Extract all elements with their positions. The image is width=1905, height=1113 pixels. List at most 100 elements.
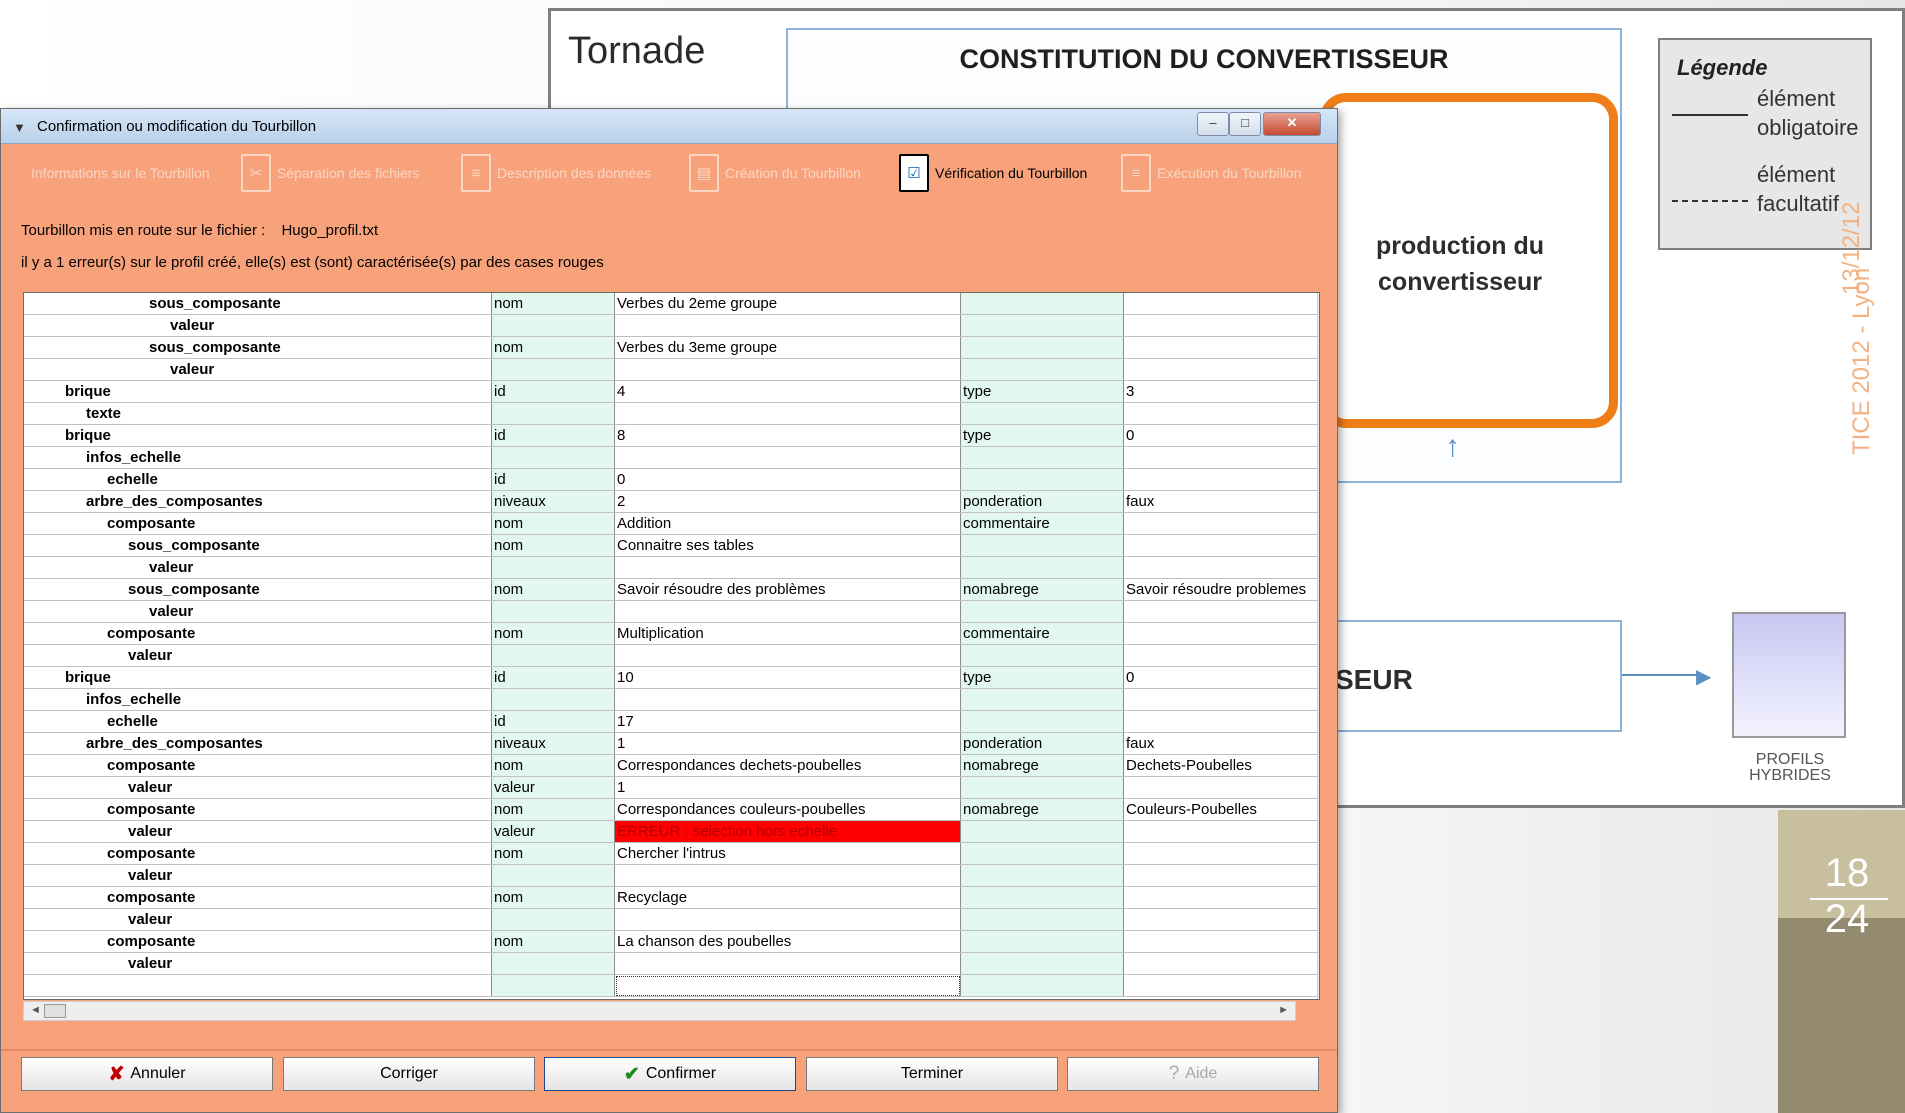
row-node-cell[interactable]: valeur	[24, 556, 492, 579]
table-cell[interactable]: nom	[491, 336, 615, 359]
table-cell[interactable]	[1123, 512, 1319, 535]
table-cell[interactable]	[1123, 974, 1319, 997]
table-cell[interactable]	[614, 358, 961, 381]
row-node-cell[interactable]: texte	[24, 402, 492, 425]
row-node-cell[interactable]: sous_composante	[24, 578, 492, 601]
table-cell[interactable]: id	[491, 468, 615, 491]
table-cell[interactable]	[614, 864, 961, 887]
table-cell[interactable]: 0	[1123, 666, 1319, 689]
window-menu-icon[interactable]: ▼	[13, 120, 26, 135]
table-cell[interactable]: Verbes du 3eme groupe	[614, 336, 961, 359]
table-cell[interactable]	[614, 644, 961, 667]
row-node-cell[interactable]: sous_composante	[24, 336, 492, 359]
row-node-cell[interactable]: composante	[24, 886, 492, 909]
table-cell[interactable]	[960, 908, 1124, 931]
table-cell[interactable]: commentaire	[960, 622, 1124, 645]
table-cell[interactable]: ERREUR : selection hors echelle	[614, 820, 961, 843]
table-cell[interactable]	[614, 908, 961, 931]
table-cell[interactable]	[1123, 600, 1319, 623]
table-cell[interactable]: Multiplication	[614, 622, 961, 645]
row-node-cell[interactable]: composante	[24, 622, 492, 645]
table-cell[interactable]	[960, 710, 1124, 733]
table-cell[interactable]: ponderation	[960, 490, 1124, 513]
table-cell[interactable]: nomabrege	[960, 754, 1124, 777]
table-cell[interactable]	[491, 358, 615, 381]
table-cell[interactable]: valeur	[491, 776, 615, 799]
table-cell[interactable]	[1123, 314, 1319, 337]
maximize-button[interactable]: □	[1229, 112, 1261, 136]
row-node-cell[interactable]: valeur	[24, 952, 492, 975]
table-cell[interactable]: valeur	[491, 820, 615, 843]
table-cell[interactable]	[1123, 336, 1319, 359]
table-cell[interactable]: nom	[491, 886, 615, 909]
row-node-cell[interactable]: echelle	[24, 710, 492, 733]
table-cell[interactable]	[960, 468, 1124, 491]
table-cell[interactable]: nomabrege	[960, 578, 1124, 601]
table-cell[interactable]: commentaire	[960, 512, 1124, 535]
close-button[interactable]: ✕	[1263, 112, 1321, 136]
table-cell[interactable]	[960, 886, 1124, 909]
row-node-cell[interactable]: valeur	[24, 864, 492, 887]
row-node-cell[interactable]: sous_composante	[24, 534, 492, 557]
row-node-cell[interactable]: echelle	[24, 468, 492, 491]
row-node-cell[interactable]: valeur	[24, 600, 492, 623]
scroll-right-icon[interactable]: ►	[1278, 1004, 1289, 1016]
step-informations[interactable]: Informations sur le Tourbillon	[31, 144, 210, 202]
table-cell[interactable]: Dechets-Poubelles	[1123, 754, 1319, 777]
table-cell[interactable]: 4	[614, 380, 961, 403]
table-cell[interactable]	[960, 293, 1124, 315]
table-cell[interactable]: id	[491, 380, 615, 403]
table-cell[interactable]	[491, 908, 615, 931]
table-cell[interactable]	[960, 952, 1124, 975]
table-cell[interactable]	[614, 446, 961, 469]
table-cell[interactable]: Couleurs-Poubelles	[1123, 798, 1319, 821]
table-cell[interactable]: nom	[491, 578, 615, 601]
row-node-cell[interactable]: valeur	[24, 644, 492, 667]
table-cell[interactable]	[960, 776, 1124, 799]
table-cell[interactable]	[960, 688, 1124, 711]
table-cell[interactable]: type	[960, 666, 1124, 689]
row-node-cell[interactable]: brique	[24, 380, 492, 403]
scroll-left-icon[interactable]: ◄	[30, 1004, 41, 1016]
table-cell[interactable]: 1	[614, 776, 961, 799]
table-cell[interactable]	[1123, 864, 1319, 887]
table-cell[interactable]: id	[491, 424, 615, 447]
table-cell[interactable]	[1123, 776, 1319, 799]
table-cell[interactable]	[1123, 358, 1319, 381]
table-cell[interactable]	[491, 402, 615, 425]
row-node-cell[interactable]: valeur	[24, 776, 492, 799]
row-node-cell[interactable]: composante	[24, 842, 492, 865]
table-cell[interactable]	[960, 534, 1124, 557]
row-node-cell[interactable]: brique	[24, 424, 492, 447]
table-cell[interactable]	[1123, 446, 1319, 469]
table-cell[interactable]	[960, 358, 1124, 381]
table-cell[interactable]	[1123, 952, 1319, 975]
row-node-cell[interactable]: infos_echelle	[24, 446, 492, 469]
table-cell[interactable]: Addition	[614, 512, 961, 535]
table-cell[interactable]: 1	[614, 732, 961, 755]
row-node-cell[interactable]: composante	[24, 798, 492, 821]
table-cell[interactable]	[960, 600, 1124, 623]
table-cell[interactable]	[960, 842, 1124, 865]
table-cell[interactable]	[960, 864, 1124, 887]
table-cell[interactable]	[491, 974, 615, 997]
table-cell[interactable]: 17	[614, 710, 961, 733]
table-cell[interactable]	[614, 974, 961, 997]
table-cell[interactable]	[1123, 644, 1319, 667]
table-cell[interactable]	[960, 336, 1124, 359]
table-cell[interactable]	[614, 402, 961, 425]
row-node-cell[interactable]: composante	[24, 754, 492, 777]
table-cell[interactable]: faux	[1123, 490, 1319, 513]
step-execution[interactable]: ≡ Exécution du Tourbillon	[1121, 144, 1302, 202]
row-node-cell[interactable]: brique	[24, 666, 492, 689]
help-button[interactable]: ? Aide	[1067, 1057, 1319, 1091]
table-cell[interactable]: Verbes du 2eme groupe	[614, 293, 961, 315]
table-cell[interactable]: id	[491, 666, 615, 689]
horizontal-scrollbar[interactable]: ◄ ►	[23, 1001, 1296, 1021]
table-cell[interactable]	[491, 600, 615, 623]
table-cell[interactable]: 3	[1123, 380, 1319, 403]
table-cell[interactable]	[614, 314, 961, 337]
table-cell[interactable]	[614, 556, 961, 579]
table-cell[interactable]	[960, 314, 1124, 337]
table-cell[interactable]: Chercher l'intrus	[614, 842, 961, 865]
